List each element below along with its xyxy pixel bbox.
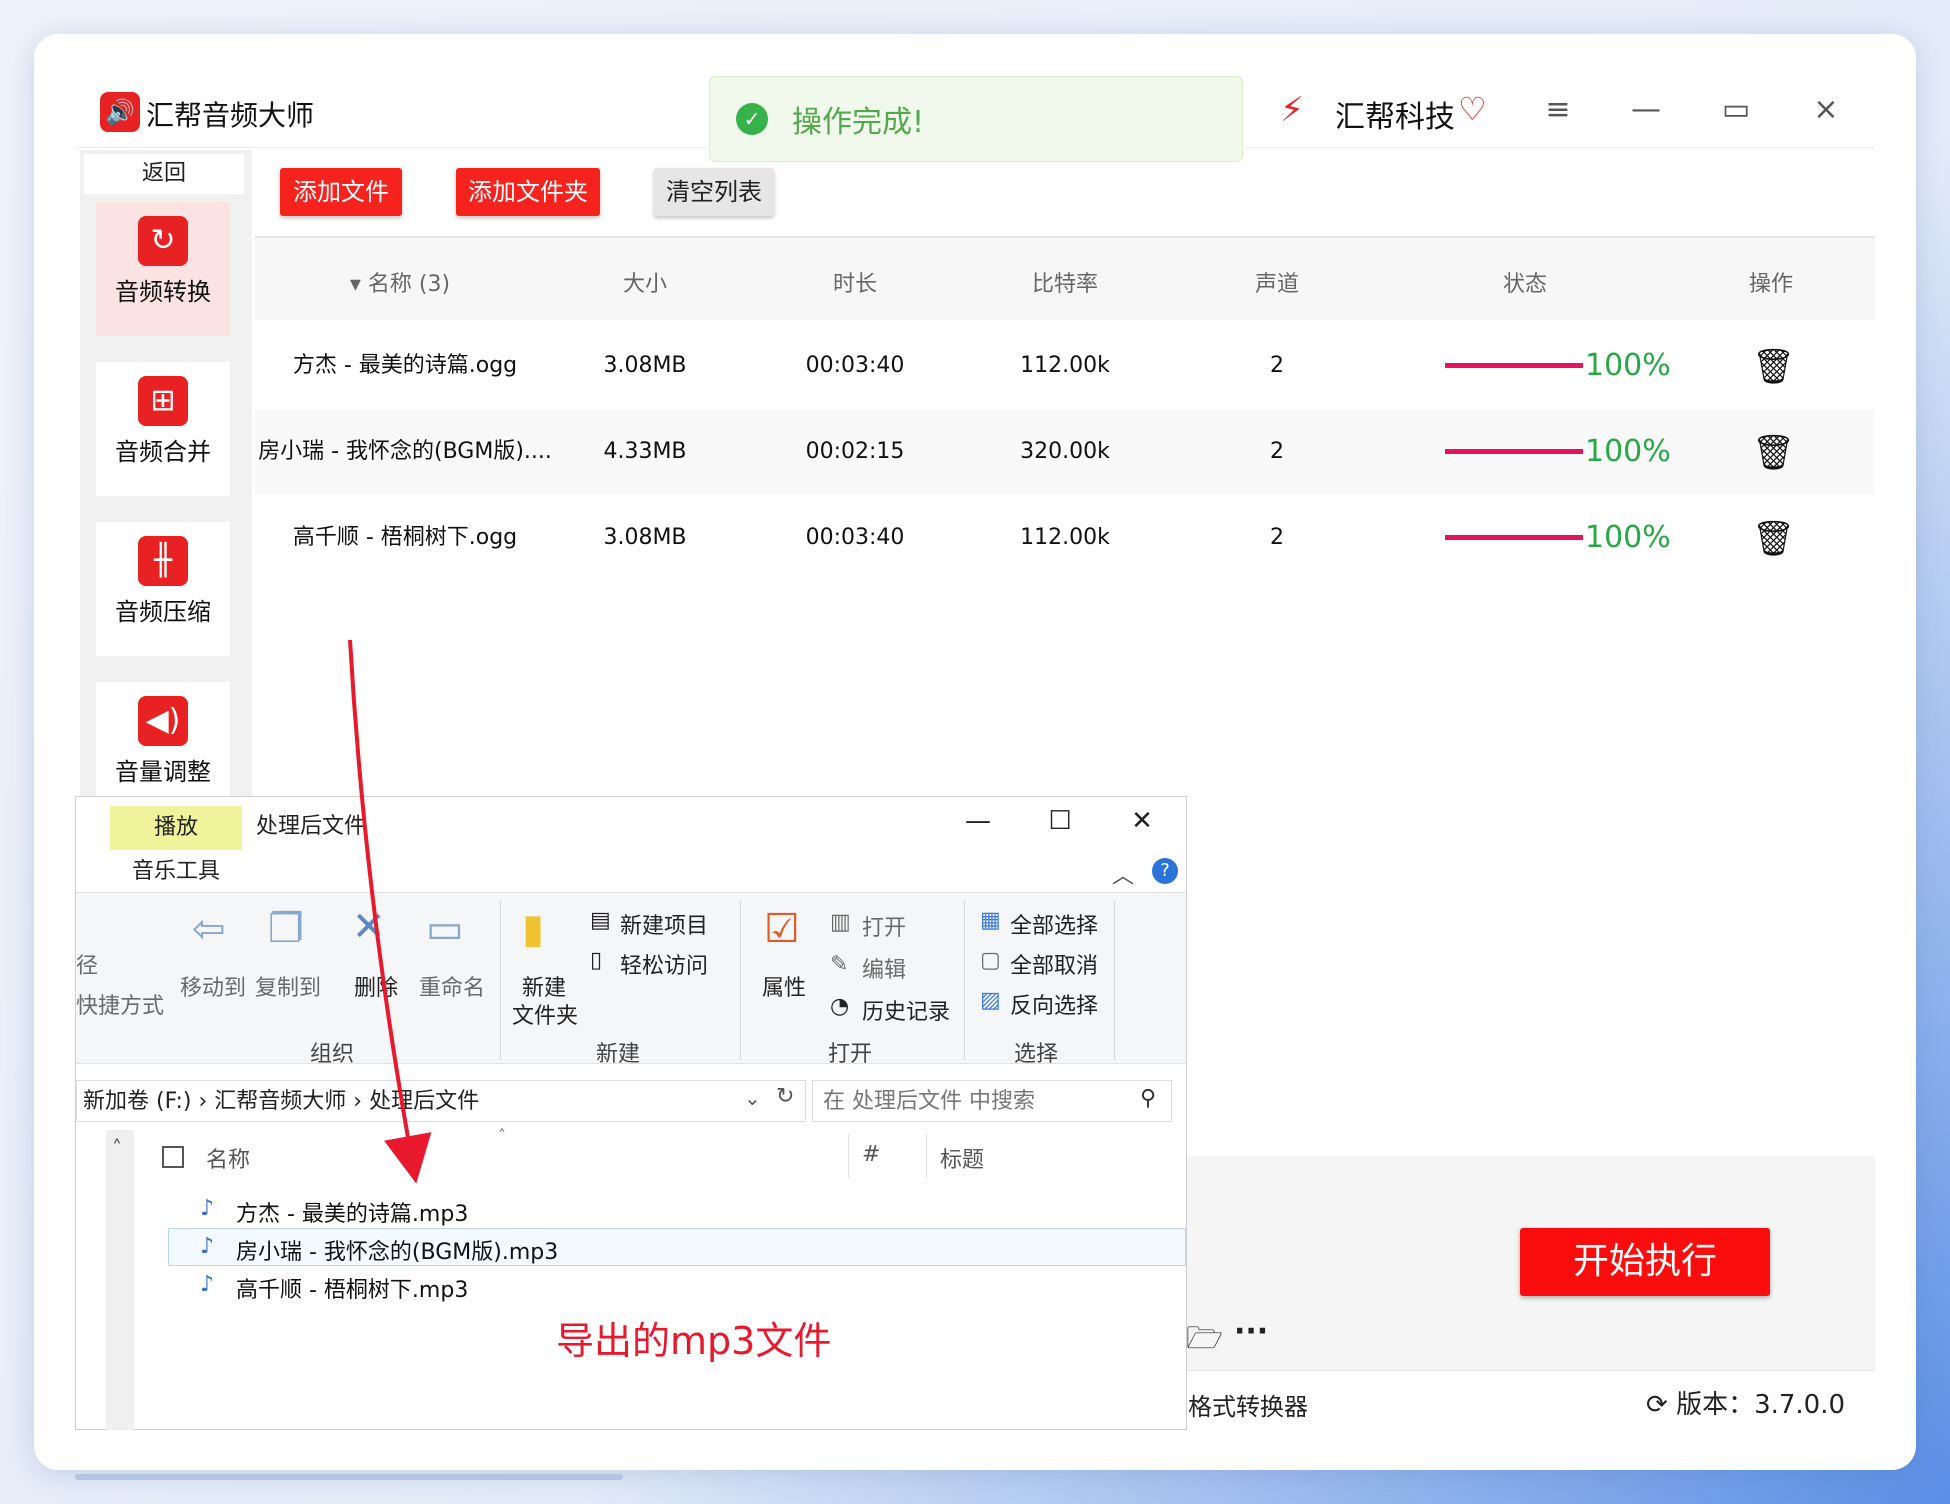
annotation-arrow [348,639,432,1184]
horizontal-scrollbar[interactable] [75,1474,623,1480]
